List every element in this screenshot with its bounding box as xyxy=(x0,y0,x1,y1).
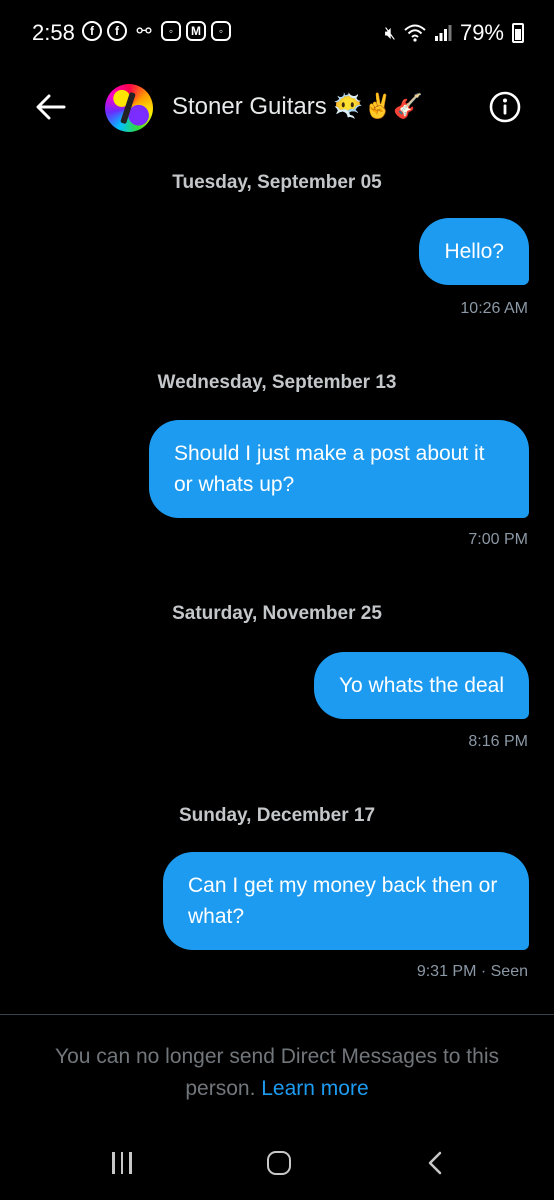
message-bubble[interactable]: Should I just make a post about it or wh… xyxy=(149,420,529,518)
recents-button[interactable] xyxy=(112,1152,132,1174)
conversation-title[interactable]: Stoner Guitars 😶‍🌫️✌️🎸 xyxy=(172,92,423,121)
facebook-icon: f xyxy=(107,21,127,41)
back-arrow-icon[interactable] xyxy=(34,90,68,124)
notification-icons: f f ⚯ ◦ M ◦ xyxy=(82,21,231,41)
mute-icon: 🔇︎ xyxy=(384,22,396,43)
learn-more-link[interactable]: Learn more xyxy=(261,1077,368,1100)
message-timestamp: 10:26 AM xyxy=(460,300,528,317)
battery-icon xyxy=(512,23,524,43)
nav-back-button[interactable] xyxy=(424,1150,446,1176)
message-bubble[interactable]: Can I get my money back then or what? xyxy=(163,852,529,950)
instagram-icon: ◦ xyxy=(211,21,231,41)
message-bubble[interactable]: Hello? xyxy=(419,218,529,285)
info-icon[interactable] xyxy=(488,90,522,124)
recents-icon xyxy=(112,1152,115,1174)
message-timestamp: 8:16 PM xyxy=(468,733,528,750)
voicemail-icon: ⚯ xyxy=(136,20,152,41)
date-separator: Sunday, December 17 xyxy=(178,805,376,826)
gmail-icon: M xyxy=(186,21,206,41)
battery-percent: 79% xyxy=(459,20,504,45)
home-button[interactable] xyxy=(267,1151,291,1175)
avatar[interactable] xyxy=(105,84,153,132)
conversation-header: Stoner Guitars 😶‍🌫️✌️🎸 xyxy=(0,80,554,136)
instagram-icon: ◦ xyxy=(161,21,181,41)
divider xyxy=(0,1014,554,1015)
dm-restriction-notice: You can no longer send Direct Messages t… xyxy=(30,1041,524,1105)
wifi-icon xyxy=(404,24,426,42)
message-timestamp: 7:00 PM xyxy=(468,531,528,548)
message-timestamp: 9:31 PM · Seen xyxy=(416,963,528,980)
message-bubble[interactable]: Yo whats the deal xyxy=(313,652,529,719)
system-status: 🔇︎ 79% xyxy=(385,20,524,46)
facebook-icon: f xyxy=(82,21,102,41)
date-separator: Tuesday, September 05 xyxy=(172,172,382,193)
status-time: 2:58 xyxy=(32,20,75,45)
signal-icon xyxy=(434,25,452,41)
date-separator: Saturday, November 25 xyxy=(172,603,382,624)
system-nav-bar xyxy=(0,1130,554,1200)
status-bar: 2:58 f f ⚯ ◦ M ◦ 🔇︎ 79% xyxy=(0,0,554,64)
date-separator: Wednesday, September 13 xyxy=(157,372,397,393)
